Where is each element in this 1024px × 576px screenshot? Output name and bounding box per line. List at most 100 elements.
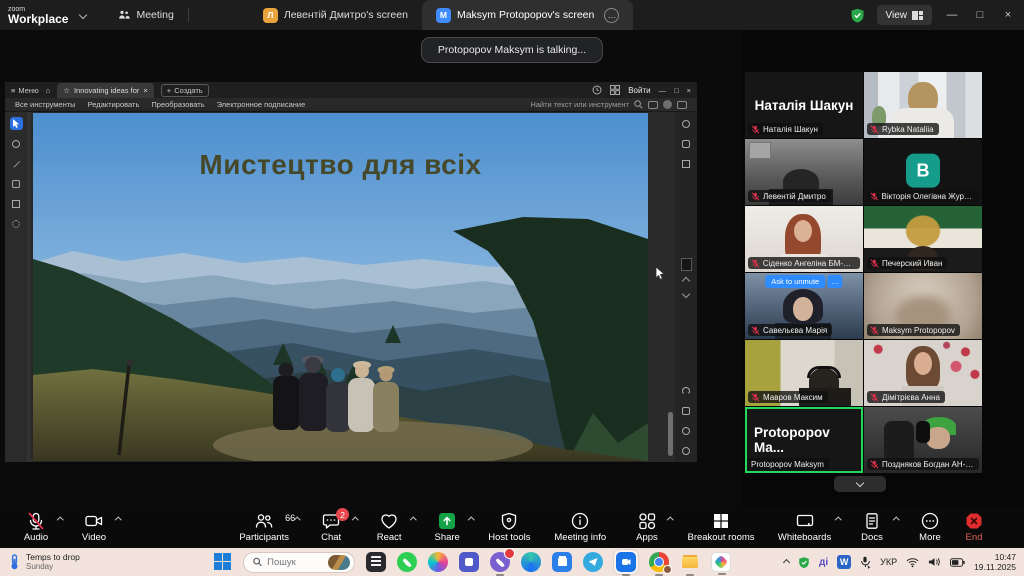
rotate-icon[interactable] xyxy=(680,384,693,397)
acrobat-find-field[interactable]: Найти текст или инструмент xyxy=(530,100,687,109)
acrobat-minimize-button[interactable]: — xyxy=(659,86,667,95)
zoom-in-icon[interactable] xyxy=(680,444,693,457)
host-tools-button[interactable]: Host tools xyxy=(483,511,535,543)
clock[interactable]: 10:47 19.11.2025 xyxy=(974,552,1016,572)
language-indicator[interactable]: УКР xyxy=(880,557,897,567)
whiteboards-button[interactable]: Whiteboards xyxy=(773,511,836,543)
tab-share-leventii[interactable]: Л Левентій Дмитро's screen xyxy=(249,0,422,30)
share-doc-icon[interactable] xyxy=(677,101,687,109)
viber-icon[interactable] xyxy=(490,552,510,572)
fit-page-icon[interactable] xyxy=(680,404,693,417)
menu-all-tools[interactable]: Все инструменты xyxy=(15,100,76,109)
menu-esign[interactable]: Электронное подписание xyxy=(217,100,306,109)
chrome-icon[interactable] xyxy=(649,552,669,572)
tab-share-maksym[interactable]: M Maksym Protopopov's screen … xyxy=(422,0,633,30)
more-button[interactable]: More xyxy=(908,511,952,543)
audio-button[interactable]: Audio xyxy=(14,511,58,543)
menu-edit[interactable]: Редактировать xyxy=(88,100,140,109)
zoom-app-icon[interactable] xyxy=(616,552,636,572)
docs-options-chevron[interactable] xyxy=(893,517,899,523)
tab-meeting[interactable]: Meeting xyxy=(104,0,187,30)
whiteboards-options-chevron[interactable] xyxy=(835,517,841,523)
file-explorer-icon[interactable] xyxy=(680,552,700,572)
chat-options-chevron[interactable] xyxy=(352,517,358,523)
comment-icon[interactable] xyxy=(10,177,23,190)
workspace-chevron-down-icon[interactable] xyxy=(79,11,87,19)
breakout-rooms-button[interactable]: Breakout rooms xyxy=(683,511,759,543)
participants-button[interactable]: 66 Participants xyxy=(233,511,295,543)
react-button[interactable]: React xyxy=(367,511,411,543)
bookmarks-icon[interactable] xyxy=(680,157,693,170)
share-options-chevron[interactable] xyxy=(468,517,474,523)
antivirus-shield-icon[interactable] xyxy=(798,556,810,569)
audio-options-chevron[interactable] xyxy=(57,517,63,523)
edge-icon[interactable] xyxy=(521,552,541,572)
apps-button[interactable]: Apps xyxy=(625,511,669,543)
photos-app-icon[interactable] xyxy=(711,552,731,572)
zoom-tool-icon[interactable] xyxy=(10,137,23,150)
select-tool-icon[interactable] xyxy=(10,117,23,130)
participant-tile-dimitriieva-anna[interactable]: Дімітрієва Анна xyxy=(864,340,982,406)
snapshot-icon[interactable] xyxy=(10,197,23,210)
participant-tile-pozdniakov-bohdan[interactable]: Поздняков Богдан АН-2.. xyxy=(864,407,982,473)
participant-tile-pecherskyi-ivan[interactable]: Печерский Иван xyxy=(864,206,982,272)
page-thumbnails-icon[interactable] xyxy=(680,137,693,150)
participant-tile-mavrov-maksym[interactable]: Мавров Максим xyxy=(745,340,863,406)
participant-tile-protopopov-active[interactable]: Protopopov Ma... Protopopov Maksym xyxy=(745,407,863,473)
start-button[interactable] xyxy=(214,553,232,571)
page-down-icon[interactable] xyxy=(682,289,690,297)
history-clock-icon[interactable] xyxy=(592,85,602,95)
stamp-icon[interactable] xyxy=(10,217,23,230)
edit-pencil-icon[interactable] xyxy=(10,157,23,170)
copilot-icon[interactable] xyxy=(428,552,448,572)
teams-icon[interactable] xyxy=(459,552,479,572)
docs-button[interactable]: Docs xyxy=(850,511,894,543)
wifi-icon[interactable] xyxy=(906,557,919,568)
page-up-icon[interactable] xyxy=(682,276,690,284)
assistant-icon[interactable] xyxy=(663,100,672,109)
telegram-icon[interactable] xyxy=(583,552,603,572)
page-number-box[interactable] xyxy=(681,258,692,271)
end-button[interactable]: End xyxy=(952,511,996,543)
voice-typing-icon[interactable] xyxy=(860,556,871,569)
participant-tile-rybka-nataliia[interactable]: Rybka Nataliia xyxy=(864,72,982,138)
speaker-icon[interactable] xyxy=(928,557,941,567)
diia-icon[interactable]: ді xyxy=(819,557,828,568)
grid-view-icon[interactable] xyxy=(610,85,620,95)
collapse-participants-button[interactable] xyxy=(834,476,886,492)
weather-widget[interactable]: Temps to drop Sunday xyxy=(0,553,150,572)
participant-tile-maksym-protopopov-video[interactable]: Maksym Protopopov xyxy=(864,273,982,339)
video-options-chevron[interactable] xyxy=(115,517,121,523)
ask-to-unmute-button[interactable]: Ask to unmute xyxy=(765,275,825,288)
zoom-out-icon[interactable] xyxy=(680,424,693,437)
menu-convert[interactable]: Преобразовать xyxy=(151,100,204,109)
chat-button[interactable]: 2 Chat xyxy=(309,511,353,543)
word-icon[interactable]: W xyxy=(837,555,851,569)
home-icon[interactable]: ⌂ xyxy=(46,86,51,95)
signin-button[interactable]: Войти xyxy=(628,86,650,95)
whatsapp-icon[interactable] xyxy=(397,552,417,572)
react-options-chevron[interactable] xyxy=(410,517,416,523)
battery-icon[interactable] xyxy=(950,558,965,567)
participant-tile-savelieva-mariia[interactable]: Ask to unmute … Савельєва Марія xyxy=(745,273,863,339)
eye-icon[interactable] xyxy=(680,117,693,130)
meeting-info-button[interactable]: Meeting info xyxy=(550,511,611,543)
doc-tab-close-icon[interactable]: × xyxy=(143,86,147,95)
search-daily-image[interactable] xyxy=(328,555,350,570)
tile-more-icon[interactable]: … xyxy=(827,275,843,288)
participant-tile-viktoriia[interactable]: B Вікторія Олегівна Журав... xyxy=(864,139,982,205)
apps-options-chevron[interactable] xyxy=(668,517,674,523)
tab-more-icon[interactable]: … xyxy=(604,8,619,23)
microsoft-store-icon[interactable] xyxy=(552,552,572,572)
acrobat-doc-tab[interactable]: ☆ Innovating ideas for × xyxy=(57,83,154,98)
maximize-button[interactable]: □ xyxy=(972,9,988,21)
close-button[interactable]: × xyxy=(1000,9,1016,21)
star-icon[interactable]: ☆ xyxy=(63,86,70,95)
acrobat-maximize-button[interactable]: □ xyxy=(674,86,679,95)
participant-tile-natalia-shakun[interactable]: Наталія Шакун Наталія Шакун xyxy=(745,72,863,138)
notepad-icon[interactable] xyxy=(366,552,386,572)
tray-expand-chevron[interactable] xyxy=(783,558,790,565)
video-button[interactable]: Video xyxy=(72,511,116,543)
share-button[interactable]: Share xyxy=(425,511,469,543)
view-button[interactable]: View xyxy=(877,5,933,25)
